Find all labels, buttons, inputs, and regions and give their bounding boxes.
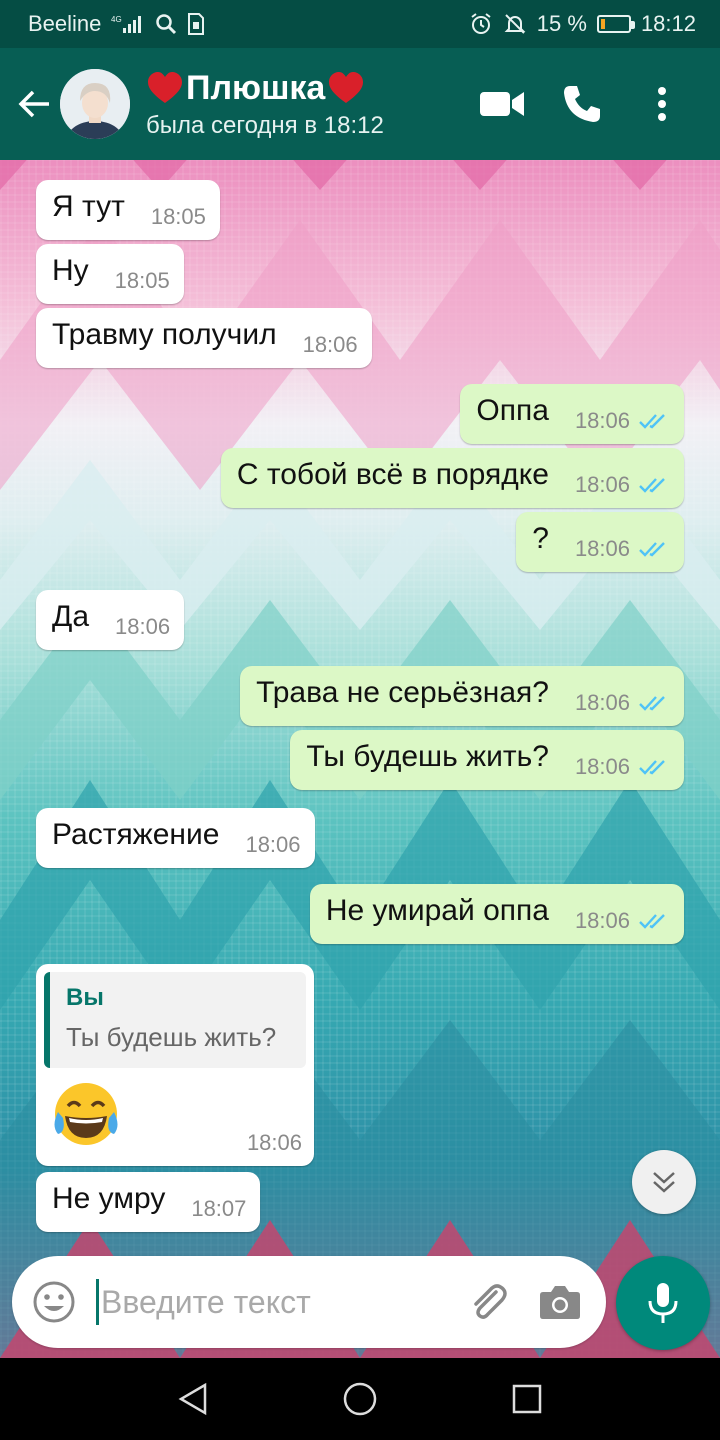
battery-icon bbox=[596, 15, 635, 33]
double-chevron-down-icon bbox=[653, 1172, 675, 1193]
phone-icon bbox=[564, 86, 600, 122]
message-incoming[interactable]: Травму получил 18:06 bbox=[36, 308, 372, 368]
message-time: 18:05 bbox=[150, 204, 206, 229]
heart-icon bbox=[148, 72, 182, 103]
contact-info[interactable]: Плюшка была сегодня в 18:12 bbox=[146, 68, 384, 140]
message-time: 18:07 bbox=[191, 1196, 247, 1221]
attach-icon bbox=[474, 1284, 507, 1319]
message-outgoing[interactable]: С тобой всё в порядке 18:06 bbox=[220, 448, 684, 508]
quoted-message[interactable]: Вы Ты будешь жить? bbox=[44, 972, 306, 1068]
emoji-button[interactable] bbox=[12, 1280, 96, 1324]
voice-record-button[interactable] bbox=[616, 1256, 710, 1350]
more-options-button[interactable] bbox=[622, 64, 702, 144]
quote-author: Вы bbox=[66, 984, 104, 1011]
recents-square-icon bbox=[512, 1384, 541, 1414]
nav-back-button[interactable] bbox=[153, 1369, 233, 1429]
message-text: Растяжение bbox=[52, 818, 220, 851]
read-ticks-icon bbox=[638, 694, 670, 712]
back-triangle-icon bbox=[178, 1382, 207, 1416]
back-button[interactable] bbox=[6, 48, 62, 160]
message-text: Да bbox=[52, 600, 90, 633]
network-type: 4G bbox=[111, 15, 122, 24]
chat-header: Плюшка была сегодня в 18:12 bbox=[0, 48, 720, 160]
contact-name: Плюшка bbox=[146, 68, 384, 108]
mute-icon bbox=[503, 12, 527, 36]
message-text: Ну bbox=[52, 254, 89, 287]
message-time: 18:06 bbox=[574, 472, 630, 497]
message-time: 18:06 bbox=[574, 754, 630, 779]
message-composer bbox=[12, 1256, 606, 1348]
alarm-icon bbox=[469, 12, 493, 36]
clock: 18:12 bbox=[640, 11, 696, 36]
signal-icon: 4G bbox=[111, 13, 145, 35]
message-time: 18:06 bbox=[574, 908, 630, 933]
nav-home-button[interactable] bbox=[320, 1369, 400, 1429]
camera-icon bbox=[540, 1286, 580, 1319]
nav-recents-button[interactable] bbox=[487, 1369, 567, 1429]
sim-icon bbox=[187, 12, 205, 36]
chat-area[interactable]: Я тут 18:05 Ну 18:05 Травму получил 18:0… bbox=[0, 160, 720, 1358]
message-text: Травму получил bbox=[52, 318, 277, 351]
back-arrow-icon bbox=[18, 90, 49, 118]
attach-button[interactable] bbox=[452, 1266, 524, 1338]
message-text: Трава не серьёзная? bbox=[256, 676, 549, 709]
message-outgoing[interactable]: Трава не серьёзная? 18:06 bbox=[240, 666, 684, 726]
message-outgoing[interactable]: Ты будешь жить? 18:06 bbox=[290, 730, 684, 790]
carrier-name: Beeline bbox=[28, 11, 102, 36]
message-incoming[interactable]: Ну 18:05 bbox=[36, 244, 184, 304]
message-time: 18:06 bbox=[245, 832, 301, 857]
battery-percent: 15 % bbox=[536, 11, 587, 36]
camera-button[interactable] bbox=[524, 1266, 596, 1338]
search-icon bbox=[155, 13, 177, 35]
message-outgoing[interactable]: ? 18:06 bbox=[516, 512, 684, 572]
message-incoming[interactable]: Растяжение 18:06 bbox=[36, 808, 315, 868]
last-seen: была сегодня в 18:12 bbox=[146, 112, 384, 139]
message-text: Не умирай оппа bbox=[325, 894, 549, 927]
message-time: 18:06 bbox=[574, 536, 630, 561]
read-ticks-icon bbox=[638, 412, 670, 430]
system-navigation-bar bbox=[0, 1358, 720, 1440]
message-outgoing[interactable]: Не умирай оппа 18:06 bbox=[309, 884, 684, 944]
message-incoming[interactable]: Не умру 18:07 bbox=[36, 1172, 261, 1232]
avatar[interactable] bbox=[60, 69, 130, 139]
message-input[interactable] bbox=[99, 1283, 429, 1321]
message-time: 18:06 bbox=[574, 690, 630, 715]
message-incoming[interactable]: Да 18:06 bbox=[36, 590, 185, 650]
more-icon bbox=[658, 87, 666, 121]
message-text: Я тут bbox=[52, 190, 125, 223]
message-outgoing[interactable]: Оппа 18:06 bbox=[460, 384, 684, 444]
scroll-to-bottom-button[interactable] bbox=[632, 1150, 696, 1214]
tears-of-joy-emoji-icon bbox=[50, 1080, 122, 1153]
message-text: С тобой всё в порядке bbox=[236, 458, 549, 491]
voice-call-button[interactable] bbox=[542, 64, 622, 144]
emoji-icon bbox=[33, 1281, 75, 1323]
message-text: Ты будешь жить? bbox=[306, 740, 549, 773]
read-ticks-icon bbox=[638, 912, 670, 930]
read-ticks-icon bbox=[638, 476, 670, 494]
message-time: 18:06 bbox=[302, 332, 358, 357]
message-text: ? bbox=[532, 522, 549, 555]
home-circle-icon bbox=[343, 1382, 377, 1416]
read-ticks-icon bbox=[638, 540, 670, 558]
contact-name-text: Плюшка bbox=[186, 69, 326, 107]
message-text: Оппа bbox=[476, 394, 549, 427]
mic-icon bbox=[648, 1283, 678, 1323]
message-incoming[interactable]: Я тут 18:05 bbox=[36, 180, 220, 240]
message-text: Не умру bbox=[52, 1182, 166, 1215]
message-time: 18:05 bbox=[114, 268, 170, 293]
heart-icon bbox=[329, 72, 364, 103]
status-bar: Beeline 4G 15 % 18:12 bbox=[0, 0, 720, 48]
quote-text: Ты будешь жить? bbox=[66, 1022, 277, 1052]
video-call-button[interactable] bbox=[462, 64, 542, 144]
video-call-icon bbox=[480, 92, 524, 116]
message-time: 18:06 bbox=[246, 1130, 302, 1155]
message-time: 18:06 bbox=[574, 408, 630, 433]
message-time: 18:06 bbox=[115, 614, 171, 639]
read-ticks-icon bbox=[638, 758, 670, 776]
message-incoming-reply[interactable]: Вы Ты будешь жить? 18:06 bbox=[36, 964, 314, 1166]
